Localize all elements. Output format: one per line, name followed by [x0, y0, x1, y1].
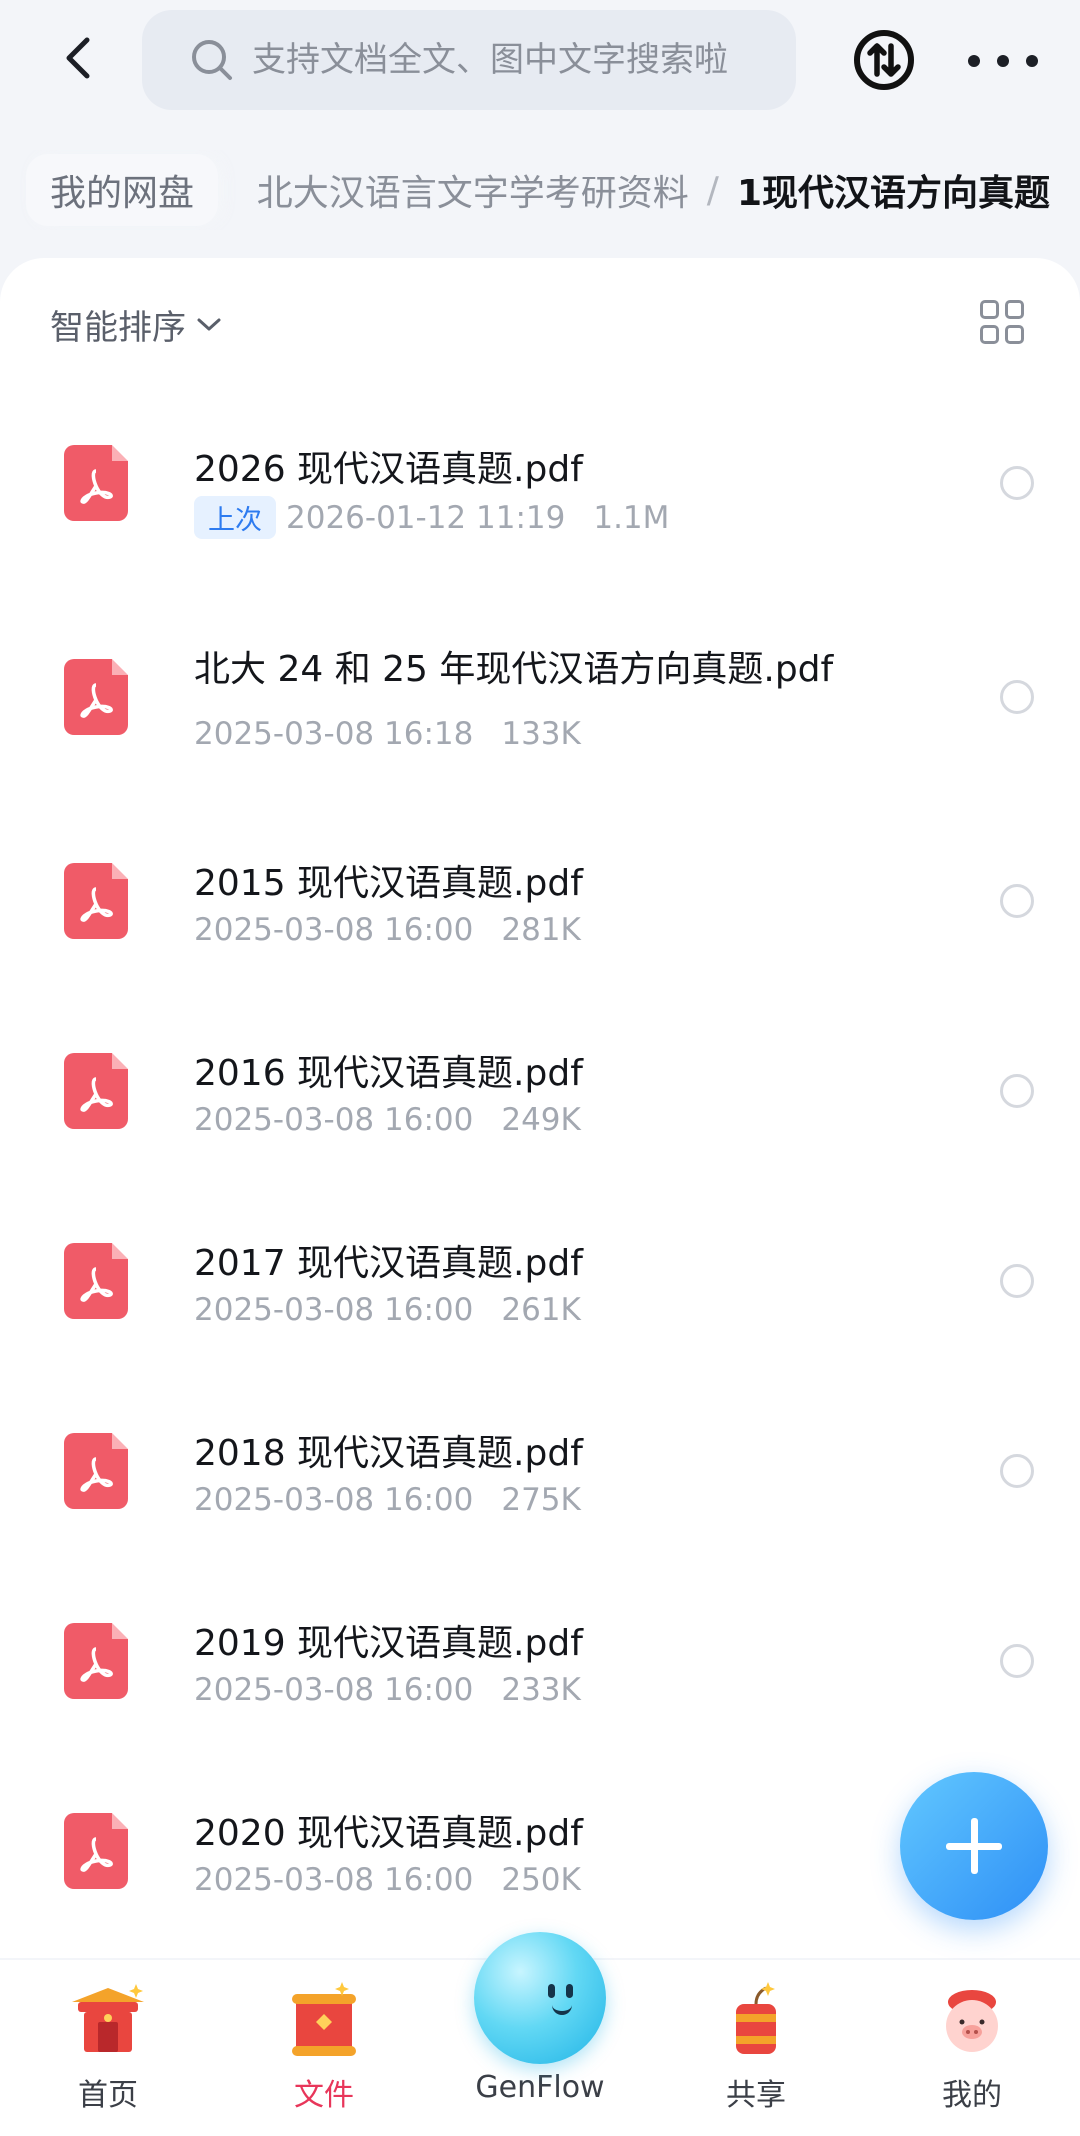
file-row[interactable]: 2017 现代汉语真题.pdf 2025-03-08 16:00 261K [0, 1186, 1080, 1376]
file-meta: 2025-03-08 16:00 250K [194, 1862, 581, 1898]
file-meta: 2025-03-08 16:18 133K [194, 716, 581, 752]
file-row[interactable]: 2019 现代汉语真题.pdf 2025-03-08 16:00 233K [0, 1566, 1080, 1756]
sort-label: 智能排序 [50, 308, 186, 348]
file-name: 2018 现代汉语真题.pdf [194, 1433, 583, 1474]
file-name: 北大 24 和 25 年现代汉语方向真题.pdf [194, 649, 834, 690]
pdf-file-icon [64, 445, 128, 521]
search-bar[interactable] [142, 10, 796, 110]
sort-dropdown[interactable]: 智能排序 [50, 300, 222, 349]
file-size: 249K [501, 1102, 581, 1138]
search-icon [192, 40, 232, 80]
file-row[interactable]: 北大 24 和 25 年现代汉语方向真题.pdf 2025-03-08 16:1… [0, 588, 1080, 806]
select-checkbox[interactable] [1000, 466, 1034, 500]
select-checkbox[interactable] [1000, 680, 1034, 714]
nav-label-files: 文件 [294, 2078, 354, 2113]
file-date: 2025-03-08 16:00 [194, 1862, 474, 1898]
file-meta: 2025-03-08 16:00 233K [194, 1672, 581, 1708]
temple-gate-icon [72, 1984, 144, 2052]
file-date: 2026-01-12 11:19 [286, 499, 566, 536]
orb-eye [566, 1984, 573, 1998]
file-meta: 2025-03-08 16:00 275K [194, 1482, 581, 1518]
orb-eye [548, 1984, 555, 1998]
transfer-icon [854, 30, 914, 90]
file-date: 2025-03-08 16:00 [194, 1292, 474, 1328]
back-arrow-icon [66, 37, 90, 79]
file-date: 2025-03-08 16:00 [194, 1672, 474, 1708]
pdf-file-icon [64, 863, 128, 939]
nav-label-genflow: GenFlow [475, 2070, 605, 2105]
file-size: 275K [501, 1482, 581, 1518]
file-meta: 2025-03-08 16:00 261K [194, 1292, 581, 1328]
breadcrumb-current: 1现代汉语方向真题 [736, 173, 1050, 214]
genflow-orb-icon[interactable] [474, 1932, 606, 2064]
breadcrumb: 我的网盘 北大汉语言文字学考研资料 / 1现代汉语方向真题 [0, 150, 1080, 230]
select-checkbox[interactable] [1000, 1074, 1034, 1108]
file-name: 2015 现代汉语真题.pdf [194, 863, 583, 904]
file-date: 2025-03-08 16:00 [194, 1482, 474, 1518]
breadcrumb-parent[interactable]: 北大汉语言文字学考研资料 [257, 164, 689, 216]
file-date: 2025-03-08 16:00 [194, 912, 474, 948]
search-input[interactable] [250, 39, 754, 81]
last-opened-badge: 上次 [194, 496, 276, 539]
add-button[interactable] [900, 1772, 1048, 1920]
grid-view-icon[interactable] [980, 300, 1024, 344]
breadcrumb-separator: / [706, 169, 719, 211]
dot-icon [968, 55, 980, 67]
select-checkbox[interactable] [1000, 884, 1034, 918]
pdf-file-icon [64, 659, 128, 735]
file-name: 2016 现代汉语真题.pdf [194, 1053, 583, 1094]
dot-icon [1026, 55, 1038, 67]
file-size: 233K [501, 1672, 581, 1708]
file-size: 261K [501, 1292, 581, 1328]
file-row[interactable]: 2016 现代汉语真题.pdf 2025-03-08 16:00 249K [0, 996, 1080, 1186]
back-button[interactable] [48, 28, 108, 88]
file-date: 2025-03-08 16:18 [194, 716, 474, 752]
file-panel: 智能排序 2026 现代汉语真题.pdf 上次 2026-01-12 11:19… [0, 258, 1080, 1958]
pig-avatar-icon [946, 1990, 998, 2052]
firecracker-icon [736, 1982, 776, 2054]
nav-label-share: 共享 [726, 2078, 786, 2113]
file-list: 2026 现代汉语真题.pdf 上次 2026-01-12 11:19 1.1M… [0, 378, 1080, 1946]
breadcrumb-trail: 北大汉语言文字学考研资料 / 1现代汉语方向真题 [257, 164, 1050, 216]
nav-item-me[interactable]: 我的 [892, 1960, 1052, 2136]
file-size: 133K [501, 716, 581, 752]
nav-item-home[interactable]: 首页 [28, 1960, 188, 2136]
select-checkbox[interactable] [1000, 1644, 1034, 1678]
nav-item-share[interactable]: 共享 [676, 1960, 836, 2136]
file-meta: 上次 2026-01-12 11:19 1.1M [194, 496, 669, 539]
file-name: 2019 现代汉语真题.pdf [194, 1623, 583, 1664]
file-row[interactable]: 2018 现代汉语真题.pdf 2025-03-08 16:00 275K [0, 1376, 1080, 1566]
file-meta: 2025-03-08 16:00 249K [194, 1102, 581, 1138]
transfer-button[interactable] [852, 28, 916, 92]
more-options-button[interactable] [968, 36, 1038, 86]
pdf-file-icon [64, 1623, 128, 1699]
file-name: 2020 现代汉语真题.pdf [194, 1813, 583, 1854]
top-bar [0, 0, 1080, 120]
file-name: 2017 现代汉语真题.pdf [194, 1243, 583, 1284]
orb-mouth [552, 2002, 572, 2015]
file-row[interactable]: 2015 现代汉语真题.pdf 2025-03-08 16:00 281K [0, 806, 1080, 996]
file-size: 250K [501, 1862, 581, 1898]
file-name: 2026 现代汉语真题.pdf [194, 449, 583, 490]
file-date: 2025-03-08 16:00 [194, 1102, 474, 1138]
nav-label-me: 我的 [942, 2078, 1002, 2113]
file-meta: 2025-03-08 16:00 281K [194, 912, 581, 948]
pdf-file-icon [64, 1433, 128, 1509]
pdf-file-icon [64, 1053, 128, 1129]
file-size: 281K [501, 912, 581, 948]
pdf-file-icon [64, 1243, 128, 1319]
breadcrumb-root[interactable]: 我的网盘 [26, 154, 219, 226]
select-checkbox[interactable] [1000, 1264, 1034, 1298]
select-checkbox[interactable] [1000, 1454, 1034, 1488]
folder-scroll-icon [292, 1982, 356, 2056]
file-size: 1.1M [593, 499, 670, 536]
pdf-file-icon [64, 1813, 128, 1889]
nav-label-home: 首页 [78, 2078, 138, 2113]
nav-item-files[interactable]: 文件 [244, 1960, 404, 2136]
chevron-down-icon [197, 318, 221, 330]
file-row[interactable]: 2026 现代汉语真题.pdf 上次 2026-01-12 11:19 1.1M [0, 378, 1080, 588]
dot-icon [997, 55, 1009, 67]
